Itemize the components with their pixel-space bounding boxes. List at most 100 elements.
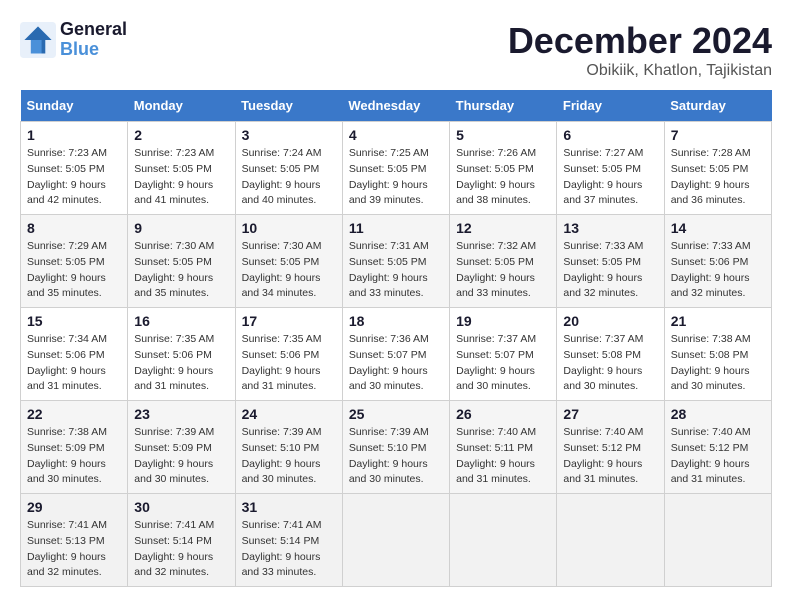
calendar-week-row: 29 Sunrise: 7:41 AMSunset: 5:13 PMDayligh… — [21, 494, 772, 587]
day-info: Sunrise: 7:41 AMSunset: 5:14 PMDaylight:… — [134, 518, 228, 581]
day-info: Sunrise: 7:33 AMSunset: 5:06 PMDaylight:… — [671, 239, 765, 302]
day-number: 28 — [671, 406, 765, 422]
day-info: Sunrise: 7:26 AMSunset: 5:05 PMDaylight:… — [456, 146, 550, 209]
calendar-week-row: 15 Sunrise: 7:34 AMSunset: 5:06 PMDayligh… — [21, 308, 772, 401]
day-info: Sunrise: 7:35 AMSunset: 5:06 PMDaylight:… — [134, 332, 228, 395]
day-info: Sunrise: 7:39 AMSunset: 5:09 PMDaylight:… — [134, 425, 228, 488]
day-number: 30 — [134, 499, 228, 515]
calendar-cell: 31 Sunrise: 7:41 AMSunset: 5:14 PMDayligh… — [235, 494, 342, 587]
day-info: Sunrise: 7:27 AMSunset: 5:05 PMDaylight:… — [563, 146, 657, 209]
day-number: 27 — [563, 406, 657, 422]
day-info: Sunrise: 7:24 AMSunset: 5:05 PMDaylight:… — [242, 146, 336, 209]
day-info: Sunrise: 7:38 AMSunset: 5:09 PMDaylight:… — [27, 425, 121, 488]
day-number: 8 — [27, 220, 121, 236]
day-number: 9 — [134, 220, 228, 236]
day-number: 13 — [563, 220, 657, 236]
day-number: 6 — [563, 127, 657, 143]
weekday-header-friday: Friday — [557, 90, 664, 122]
day-info: Sunrise: 7:39 AMSunset: 5:10 PMDaylight:… — [349, 425, 443, 488]
calendar-cell: 13 Sunrise: 7:33 AMSunset: 5:05 PMDayligh… — [557, 215, 664, 308]
calendar-cell — [557, 494, 664, 587]
calendar-cell: 16 Sunrise: 7:35 AMSunset: 5:06 PMDayligh… — [128, 308, 235, 401]
calendar-cell: 20 Sunrise: 7:37 AMSunset: 5:08 PMDayligh… — [557, 308, 664, 401]
day-info: Sunrise: 7:31 AMSunset: 5:05 PMDaylight:… — [349, 239, 443, 302]
calendar-cell: 27 Sunrise: 7:40 AMSunset: 5:12 PMDayligh… — [557, 401, 664, 494]
calendar-cell: 29 Sunrise: 7:41 AMSunset: 5:13 PMDayligh… — [21, 494, 128, 587]
calendar-cell: 18 Sunrise: 7:36 AMSunset: 5:07 PMDayligh… — [342, 308, 449, 401]
day-number: 10 — [242, 220, 336, 236]
day-info: Sunrise: 7:29 AMSunset: 5:05 PMDaylight:… — [27, 239, 121, 302]
day-info: Sunrise: 7:28 AMSunset: 5:05 PMDaylight:… — [671, 146, 765, 209]
day-info: Sunrise: 7:37 AMSunset: 5:08 PMDaylight:… — [563, 332, 657, 395]
calendar-table: SundayMondayTuesdayWednesdayThursdayFrid… — [20, 90, 772, 587]
calendar-cell: 15 Sunrise: 7:34 AMSunset: 5:06 PMDayligh… — [21, 308, 128, 401]
calendar-cell: 6 Sunrise: 7:27 AMSunset: 5:05 PMDaylight… — [557, 122, 664, 215]
calendar-cell: 9Sunrise: 7:30 AMSunset: 5:05 PMDaylight… — [128, 215, 235, 308]
calendar-cell: 12 Sunrise: 7:32 AMSunset: 5:05 PMDayligh… — [450, 215, 557, 308]
day-number: 21 — [671, 313, 765, 329]
location-title: Obikiik, Khatlon, Tajikistan — [508, 62, 772, 80]
weekday-header-monday: Monday — [128, 90, 235, 122]
day-number: 19 — [456, 313, 550, 329]
weekday-header-thursday: Thursday — [450, 90, 557, 122]
day-number: 3 — [242, 127, 336, 143]
weekday-header-tuesday: Tuesday — [235, 90, 342, 122]
calendar-week-row: 8 Sunrise: 7:29 AMSunset: 5:05 PMDaylight… — [21, 215, 772, 308]
calendar-cell: 5 Sunrise: 7:26 AMSunset: 5:05 PMDaylight… — [450, 122, 557, 215]
calendar-cell: 17 Sunrise: 7:35 AMSunset: 5:06 PMDayligh… — [235, 308, 342, 401]
day-info: Sunrise: 7:23 AMSunset: 5:05 PMDaylight:… — [27, 146, 121, 209]
day-number: 12 — [456, 220, 550, 236]
calendar-cell — [664, 494, 771, 587]
calendar-cell: 8 Sunrise: 7:29 AMSunset: 5:05 PMDaylight… — [21, 215, 128, 308]
logo-text: General Blue — [60, 20, 127, 60]
day-info: Sunrise: 7:23 AMSunset: 5:05 PMDaylight:… — [134, 146, 228, 209]
weekday-header-row: SundayMondayTuesdayWednesdayThursdayFrid… — [21, 90, 772, 122]
day-number: 16 — [134, 313, 228, 329]
day-info: Sunrise: 7:33 AMSunset: 5:05 PMDaylight:… — [563, 239, 657, 302]
day-number: 26 — [456, 406, 550, 422]
logo-icon — [20, 22, 56, 58]
calendar-week-row: 22Sunrise: 7:38 AMSunset: 5:09 PMDayligh… — [21, 401, 772, 494]
month-title: December 2024 — [508, 20, 772, 62]
day-number: 15 — [27, 313, 121, 329]
day-number: 4 — [349, 127, 443, 143]
calendar-cell: 28 Sunrise: 7:40 AMSunset: 5:12 PMDayligh… — [664, 401, 771, 494]
calendar-cell: 25Sunrise: 7:39 AMSunset: 5:10 PMDayligh… — [342, 401, 449, 494]
calendar-cell: 14 Sunrise: 7:33 AMSunset: 5:06 PMDayligh… — [664, 215, 771, 308]
day-number: 7 — [671, 127, 765, 143]
day-number: 24 — [242, 406, 336, 422]
day-number: 29 — [27, 499, 121, 515]
day-number: 2 — [134, 127, 228, 143]
calendar-cell: 3 Sunrise: 7:24 AMSunset: 5:05 PMDaylight… — [235, 122, 342, 215]
day-number: 5 — [456, 127, 550, 143]
day-info: Sunrise: 7:38 AMSunset: 5:08 PMDaylight:… — [671, 332, 765, 395]
calendar-cell: 4Sunrise: 7:25 AMSunset: 5:05 PMDaylight… — [342, 122, 449, 215]
day-info: Sunrise: 7:40 AMSunset: 5:11 PMDaylight:… — [456, 425, 550, 488]
calendar-cell — [342, 494, 449, 587]
calendar-cell: 24 Sunrise: 7:39 AMSunset: 5:10 PMDayligh… — [235, 401, 342, 494]
calendar-cell: 2 Sunrise: 7:23 AMSunset: 5:05 PMDaylight… — [128, 122, 235, 215]
day-number: 17 — [242, 313, 336, 329]
day-info: Sunrise: 7:34 AMSunset: 5:06 PMDaylight:… — [27, 332, 121, 395]
day-number: 20 — [563, 313, 657, 329]
day-info: Sunrise: 7:32 AMSunset: 5:05 PMDaylight:… — [456, 239, 550, 302]
day-number: 18 — [349, 313, 443, 329]
day-info: Sunrise: 7:40 AMSunset: 5:12 PMDaylight:… — [563, 425, 657, 488]
day-info: Sunrise: 7:36 AMSunset: 5:07 PMDaylight:… — [349, 332, 443, 395]
calendar-cell: 22Sunrise: 7:38 AMSunset: 5:09 PMDayligh… — [21, 401, 128, 494]
day-info: Sunrise: 7:30 AMSunset: 5:05 PMDaylight:… — [242, 239, 336, 302]
weekday-header-sunday: Sunday — [21, 90, 128, 122]
day-info: Sunrise: 7:39 AMSunset: 5:10 PMDaylight:… — [242, 425, 336, 488]
day-info: Sunrise: 7:40 AMSunset: 5:12 PMDaylight:… — [671, 425, 765, 488]
calendar-cell: 11Sunrise: 7:31 AMSunset: 5:05 PMDayligh… — [342, 215, 449, 308]
calendar-cell: 23Sunrise: 7:39 AMSunset: 5:09 PMDayligh… — [128, 401, 235, 494]
day-number: 14 — [671, 220, 765, 236]
calendar-cell — [450, 494, 557, 587]
day-info: Sunrise: 7:41 AMSunset: 5:13 PMDaylight:… — [27, 518, 121, 581]
title-area: December 2024 Obikiik, Khatlon, Tajikist… — [508, 20, 772, 80]
day-info: Sunrise: 7:37 AMSunset: 5:07 PMDaylight:… — [456, 332, 550, 395]
day-info: Sunrise: 7:41 AMSunset: 5:14 PMDaylight:… — [242, 518, 336, 581]
weekday-header-wednesday: Wednesday — [342, 90, 449, 122]
day-info: Sunrise: 7:35 AMSunset: 5:06 PMDaylight:… — [242, 332, 336, 395]
day-number: 31 — [242, 499, 336, 515]
